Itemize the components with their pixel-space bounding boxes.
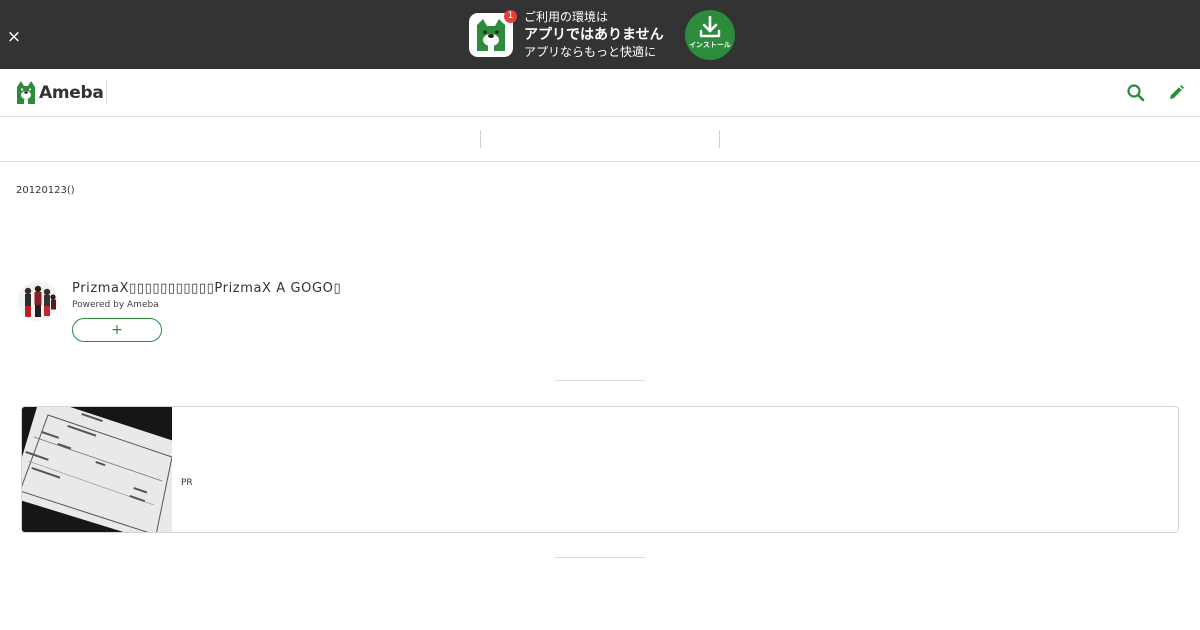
install-label: インストール [689, 41, 731, 49]
banner-message: ご利用の環境は アプリではありません アプリならもっと快適に [524, 9, 664, 61]
search-button[interactable] [1126, 83, 1146, 103]
profile-avatar[interactable] [18, 281, 58, 321]
blog-nav [0, 117, 1200, 162]
pencil-icon [1170, 85, 1184, 99]
section-divider [555, 557, 645, 558]
entry-date: 20120123() [16, 185, 75, 196]
pr-ad-image [22, 407, 172, 532]
site-header: Ameba [0, 69, 1200, 117]
follow-button[interactable]: + [72, 318, 162, 342]
pr-label: PR [181, 478, 193, 488]
logo-text: Ameba [39, 83, 104, 103]
app-install-banner: × 1 ご利用の環境は アプリではありません アプリならもっと快適に インストー… [0, 0, 1200, 69]
ameba-dog-icon [17, 81, 35, 105]
header-divider [106, 80, 107, 105]
powered-by: Powered by Ameba [72, 300, 159, 310]
ameba-logo[interactable]: Ameba [16, 80, 104, 106]
banner-line-not-app: アプリではありません [524, 27, 664, 43]
close-banner-button[interactable]: × [4, 27, 24, 47]
blog-title[interactable]: PrizmaX▯▯▯▯▯▯▯▯▯▯▯PrizmaX A GOGO▯ [72, 280, 341, 298]
download-icon [699, 16, 721, 38]
section-divider [555, 380, 645, 381]
install-button[interactable]: インストール [685, 10, 735, 60]
banner-line-environment: ご利用の環境は [524, 10, 609, 24]
pr-ad-card[interactable]: PR [21, 406, 1179, 533]
banner-line-app-better: アプリならもっと快適に [524, 45, 657, 59]
nav-divider [480, 130, 481, 148]
search-icon [1127, 84, 1145, 102]
write-entry-button[interactable] [1166, 83, 1186, 103]
nav-divider [719, 130, 720, 148]
notification-badge: 1 [504, 10, 517, 23]
